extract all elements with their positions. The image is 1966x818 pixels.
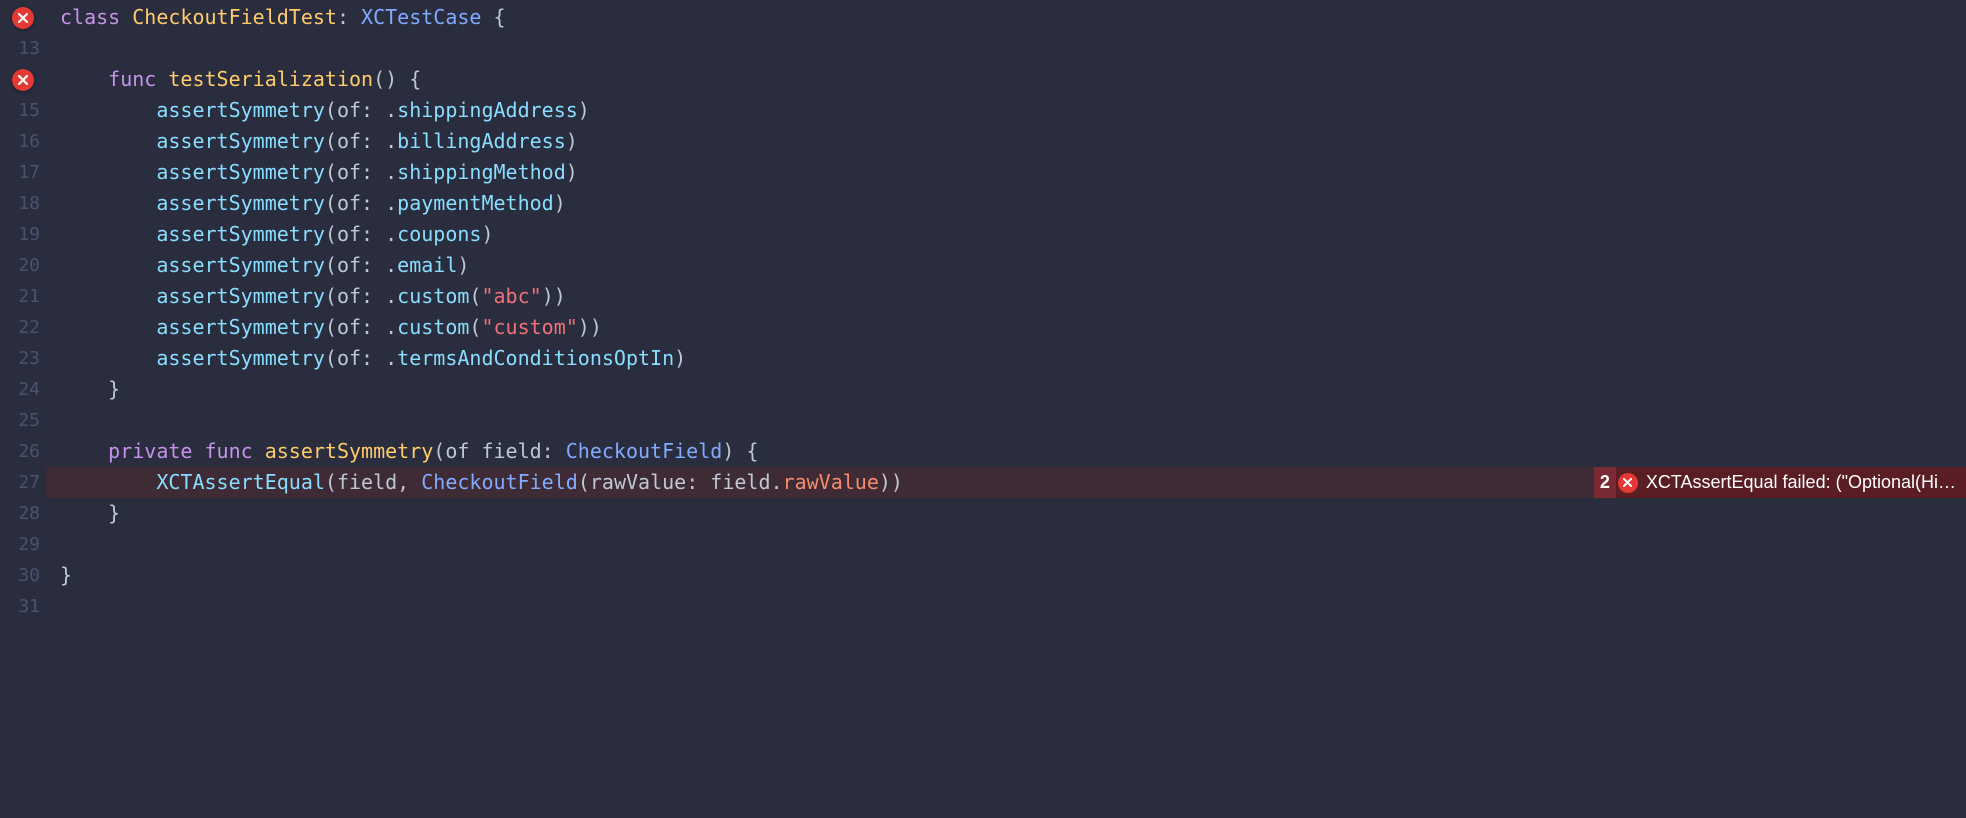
line-number: 13 — [18, 33, 40, 64]
code-line[interactable]: assertSymmetry(of: .shippingMethod) — [46, 157, 1966, 188]
inline-error-banner[interactable]: 2 XCTAssertEqual failed: ("Optional(Hi… — [1594, 467, 1966, 498]
gutter-row[interactable]: 31 — [0, 591, 46, 622]
line-number: 15 — [18, 95, 40, 126]
code-line[interactable]: private func assertSymmetry(of field: Ch… — [46, 436, 1966, 467]
code-line[interactable]: assertSymmetry(of: .paymentMethod) — [46, 188, 1966, 219]
gutter-row[interactable]: 26 — [0, 436, 46, 467]
line-number: 25 — [18, 405, 40, 436]
code-line[interactable] — [46, 529, 1966, 560]
code-line[interactable]: func testSerialization() { — [46, 64, 1966, 95]
gutter-row[interactable]: 16 — [0, 126, 46, 157]
code-line[interactable] — [46, 405, 1966, 436]
code-line[interactable] — [46, 33, 1966, 64]
line-number: 16 — [18, 126, 40, 157]
line-number: 23 — [18, 343, 40, 374]
line-number: 26 — [18, 436, 40, 467]
line-number: 22 — [18, 312, 40, 343]
gutter-row[interactable]: 23 — [0, 343, 46, 374]
gutter-row[interactable]: 22 — [0, 312, 46, 343]
line-number: 18 — [18, 188, 40, 219]
line-number: 27 — [18, 467, 40, 498]
gutter: 13 15 16 17 18 19 20 21 22 23 24 25 26 2… — [0, 0, 46, 622]
gutter-row[interactable]: 20 — [0, 250, 46, 281]
gutter-row[interactable]: 25 — [0, 405, 46, 436]
code-line[interactable]: } — [46, 374, 1966, 405]
code-line[interactable]: class CheckoutFieldTest: XCTestCase { — [46, 2, 1966, 33]
line-number: 21 — [18, 281, 40, 312]
line-number: 31 — [18, 591, 40, 622]
code-line[interactable] — [46, 591, 1966, 622]
gutter-row[interactable]: 30 — [0, 560, 46, 591]
gutter-row[interactable]: 18 — [0, 188, 46, 219]
line-number: 17 — [18, 157, 40, 188]
error-count-badge: 2 — [1594, 467, 1616, 498]
code-line-error[interactable]: XCTAssertEqual(field, CheckoutField(rawV… — [46, 467, 1966, 498]
gutter-row[interactable]: 13 — [0, 33, 46, 64]
code-line[interactable]: assertSymmetry(of: .shippingAddress) — [46, 95, 1966, 126]
code-line[interactable]: assertSymmetry(of: .custom("custom")) — [46, 312, 1966, 343]
code-line[interactable]: assertSymmetry(of: .email) — [46, 250, 1966, 281]
gutter-row[interactable]: 27 — [0, 467, 46, 498]
code-editor: 13 15 16 17 18 19 20 21 22 23 24 25 26 2… — [0, 0, 1966, 622]
line-number: 19 — [18, 219, 40, 250]
gutter-row[interactable]: 28 — [0, 498, 46, 529]
code-area[interactable]: class CheckoutFieldTest: XCTestCase { fu… — [46, 0, 1966, 622]
gutter-row[interactable]: 15 — [0, 95, 46, 126]
error-icon — [1618, 473, 1638, 493]
gutter-row[interactable]: 29 — [0, 529, 46, 560]
gutter-row[interactable] — [0, 2, 46, 33]
code-line[interactable]: assertSymmetry(of: .billingAddress) — [46, 126, 1966, 157]
gutter-row[interactable]: 24 — [0, 374, 46, 405]
line-number: 28 — [18, 498, 40, 529]
code-line[interactable]: } — [46, 560, 1966, 591]
gutter-row[interactable]: 19 — [0, 219, 46, 250]
error-message: XCTAssertEqual failed: ("Optional(Hi… — [1646, 467, 1956, 498]
code-line[interactable]: assertSymmetry(of: .custom("abc")) — [46, 281, 1966, 312]
line-number: 30 — [18, 560, 40, 591]
error-marker-icon[interactable] — [12, 69, 34, 91]
gutter-row[interactable]: 17 — [0, 157, 46, 188]
code-line[interactable]: assertSymmetry(of: .coupons) — [46, 219, 1966, 250]
gutter-row[interactable] — [0, 64, 46, 95]
code-line[interactable]: assertSymmetry(of: .termsAndConditionsOp… — [46, 343, 1966, 374]
line-number: 29 — [18, 529, 40, 560]
gutter-row[interactable]: 21 — [0, 281, 46, 312]
error-marker-icon[interactable] — [12, 7, 34, 29]
code-line[interactable]: } — [46, 498, 1966, 529]
line-number: 24 — [18, 374, 40, 405]
line-number: 20 — [18, 250, 40, 281]
